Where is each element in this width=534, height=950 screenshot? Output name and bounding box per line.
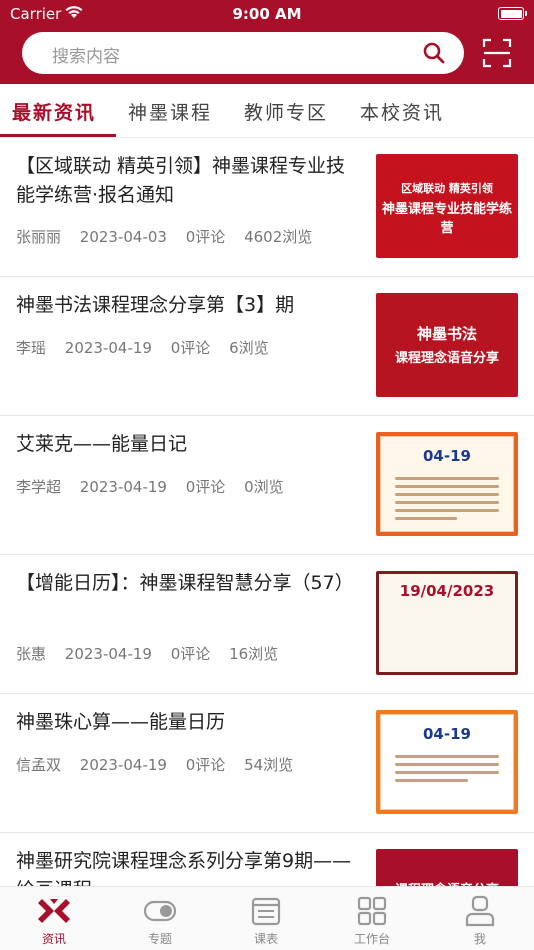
status-time: 9:00 AM — [232, 5, 302, 23]
battery-icon — [498, 7, 527, 20]
article-title[interactable]: 神墨珠心算——能量日历 — [16, 708, 356, 737]
schedule-icon — [251, 897, 281, 926]
article-comments: 0评论 — [185, 228, 226, 246]
article-comments: 0评论 — [170, 645, 211, 663]
thumbnail-caption: 区域联动 精英引领 — [401, 182, 493, 195]
thumbnail-date: 19/04/2023 — [399, 582, 495, 600]
article-meta: 信孟双 2023-04-19 0评论 54浏览 — [16, 754, 307, 775]
search-bar[interactable]: 搜索内容 — [22, 32, 464, 74]
search-placeholder: 搜索内容 — [52, 47, 120, 67]
tab-school-news[interactable]: 本校资讯 — [360, 98, 444, 125]
bottom-tab-bar: 资讯 专题 课表 工作台 我 — [0, 886, 534, 950]
article-thumbnail[interactable]: 神墨书法 课程理念语音分享 — [376, 293, 518, 397]
article-thumbnail[interactable]: 04-19 — [376, 432, 518, 536]
nav-label: 专题 — [147, 932, 172, 946]
article-author: 张惠 — [16, 645, 47, 663]
article-date: 2023-04-03 — [79, 228, 167, 246]
article-views: 0浏览 — [244, 478, 284, 496]
article-meta: 张惠 2023-04-19 0评论 16浏览 — [16, 643, 292, 664]
profile-icon — [465, 895, 495, 927]
article-views: 54浏览 — [244, 756, 294, 774]
category-tabs: 最新资讯 神墨课程 教师专区 本校资讯 — [0, 84, 534, 138]
article-thumbnail[interactable]: 区域联动 精英引领 神墨课程专业技能学练营 — [376, 154, 518, 258]
tab-teacher-zone[interactable]: 教师专区 — [244, 98, 328, 125]
article-item[interactable]: 【区域联动 精英引领】神墨课程专业技能学练营·报名通知 张丽丽 2023-04-… — [0, 138, 534, 277]
article-author: 张丽丽 — [16, 228, 62, 246]
nav-schedule[interactable]: 课表 — [226, 895, 306, 947]
article-meta: 李学超 2023-04-19 0评论 0浏览 — [16, 476, 298, 497]
article-author: 信孟双 — [16, 756, 62, 774]
article-item[interactable]: 【增能日历】：神墨课程智慧分享（57） 张惠 2023-04-19 0评论 16… — [0, 555, 534, 694]
article-item[interactable]: 神墨书法课程理念分享第【3】期 李瑶 2023-04-19 0评论 6浏览 神墨… — [0, 277, 534, 416]
article-author: 李瑶 — [16, 339, 47, 357]
nav-news[interactable]: 资讯 — [14, 895, 94, 947]
nav-label: 工作台 — [353, 932, 390, 946]
article-date: 2023-04-19 — [79, 478, 167, 496]
article-comments: 0评论 — [185, 756, 226, 774]
tab-shenmo-courses[interactable]: 神墨课程 — [128, 98, 212, 125]
thumbnail-caption: 神墨课程专业技能学练营 — [381, 202, 512, 236]
nav-topics[interactable]: 专题 — [120, 895, 200, 947]
article-date: 2023-04-19 — [64, 339, 152, 357]
nav-label: 我 — [473, 932, 486, 946]
article-meta: 李瑶 2023-04-19 0评论 6浏览 — [16, 337, 283, 358]
thumbnail-caption: 课程理念语音分享 — [394, 351, 499, 366]
thumbnail-date: 04-19 — [423, 447, 471, 465]
tab-latest-news[interactable]: 最新资讯 — [12, 98, 96, 125]
article-title[interactable]: 【区域联动 精英引领】神墨课程专业技能学练营·报名通知 — [16, 152, 356, 210]
article-comments: 0评论 — [170, 339, 211, 357]
article-views: 16浏览 — [229, 645, 279, 663]
nav-label: 课表 — [253, 932, 278, 946]
topic-icon — [143, 900, 177, 922]
article-views: 6浏览 — [229, 339, 269, 357]
active-tab-indicator — [0, 134, 116, 137]
article-meta: 张丽丽 2023-04-03 0评论 4602浏览 — [16, 226, 326, 247]
workbench-icon — [357, 896, 387, 926]
nav-label: 资讯 — [41, 932, 66, 946]
article-thumbnail[interactable]: 19/04/2023 — [376, 571, 518, 675]
article-item[interactable]: 艾莱克——能量日记 李学超 2023-04-19 0评论 0浏览 04-19 — [0, 416, 534, 555]
article-title[interactable]: 【增能日历】：神墨课程智慧分享（57） — [16, 569, 356, 598]
thumbnail-caption: 神墨书法 — [416, 325, 477, 343]
article-date: 2023-04-19 — [79, 756, 167, 774]
article-list: 【区域联动 精英引领】神墨课程专业技能学练营·报名通知 张丽丽 2023-04-… — [0, 138, 534, 950]
thumbnail-date: 04-19 — [423, 725, 471, 743]
article-title[interactable]: 神墨书法课程理念分享第【3】期 — [16, 291, 356, 320]
app-header: Carrier 9:00 AM 搜索内容 — [0, 0, 534, 84]
article-item[interactable]: 神墨珠心算——能量日历 信孟双 2023-04-19 0评论 54浏览 04-1… — [0, 694, 534, 833]
nav-profile[interactable]: 我 — [440, 895, 520, 947]
status-bar: Carrier 9:00 AM — [0, 0, 534, 28]
article-title[interactable]: 艾莱克——能量日记 — [16, 430, 356, 459]
article-thumbnail[interactable]: 04-19 — [376, 710, 518, 814]
scan-icon[interactable] — [482, 38, 512, 68]
nav-workbench[interactable]: 工作台 — [332, 895, 412, 947]
article-views: 4602浏览 — [244, 228, 313, 246]
article-author: 李学超 — [16, 478, 62, 496]
article-comments: 0评论 — [185, 478, 226, 496]
search-icon[interactable] — [422, 41, 446, 65]
news-icon — [38, 899, 70, 923]
article-date: 2023-04-19 — [64, 645, 152, 663]
